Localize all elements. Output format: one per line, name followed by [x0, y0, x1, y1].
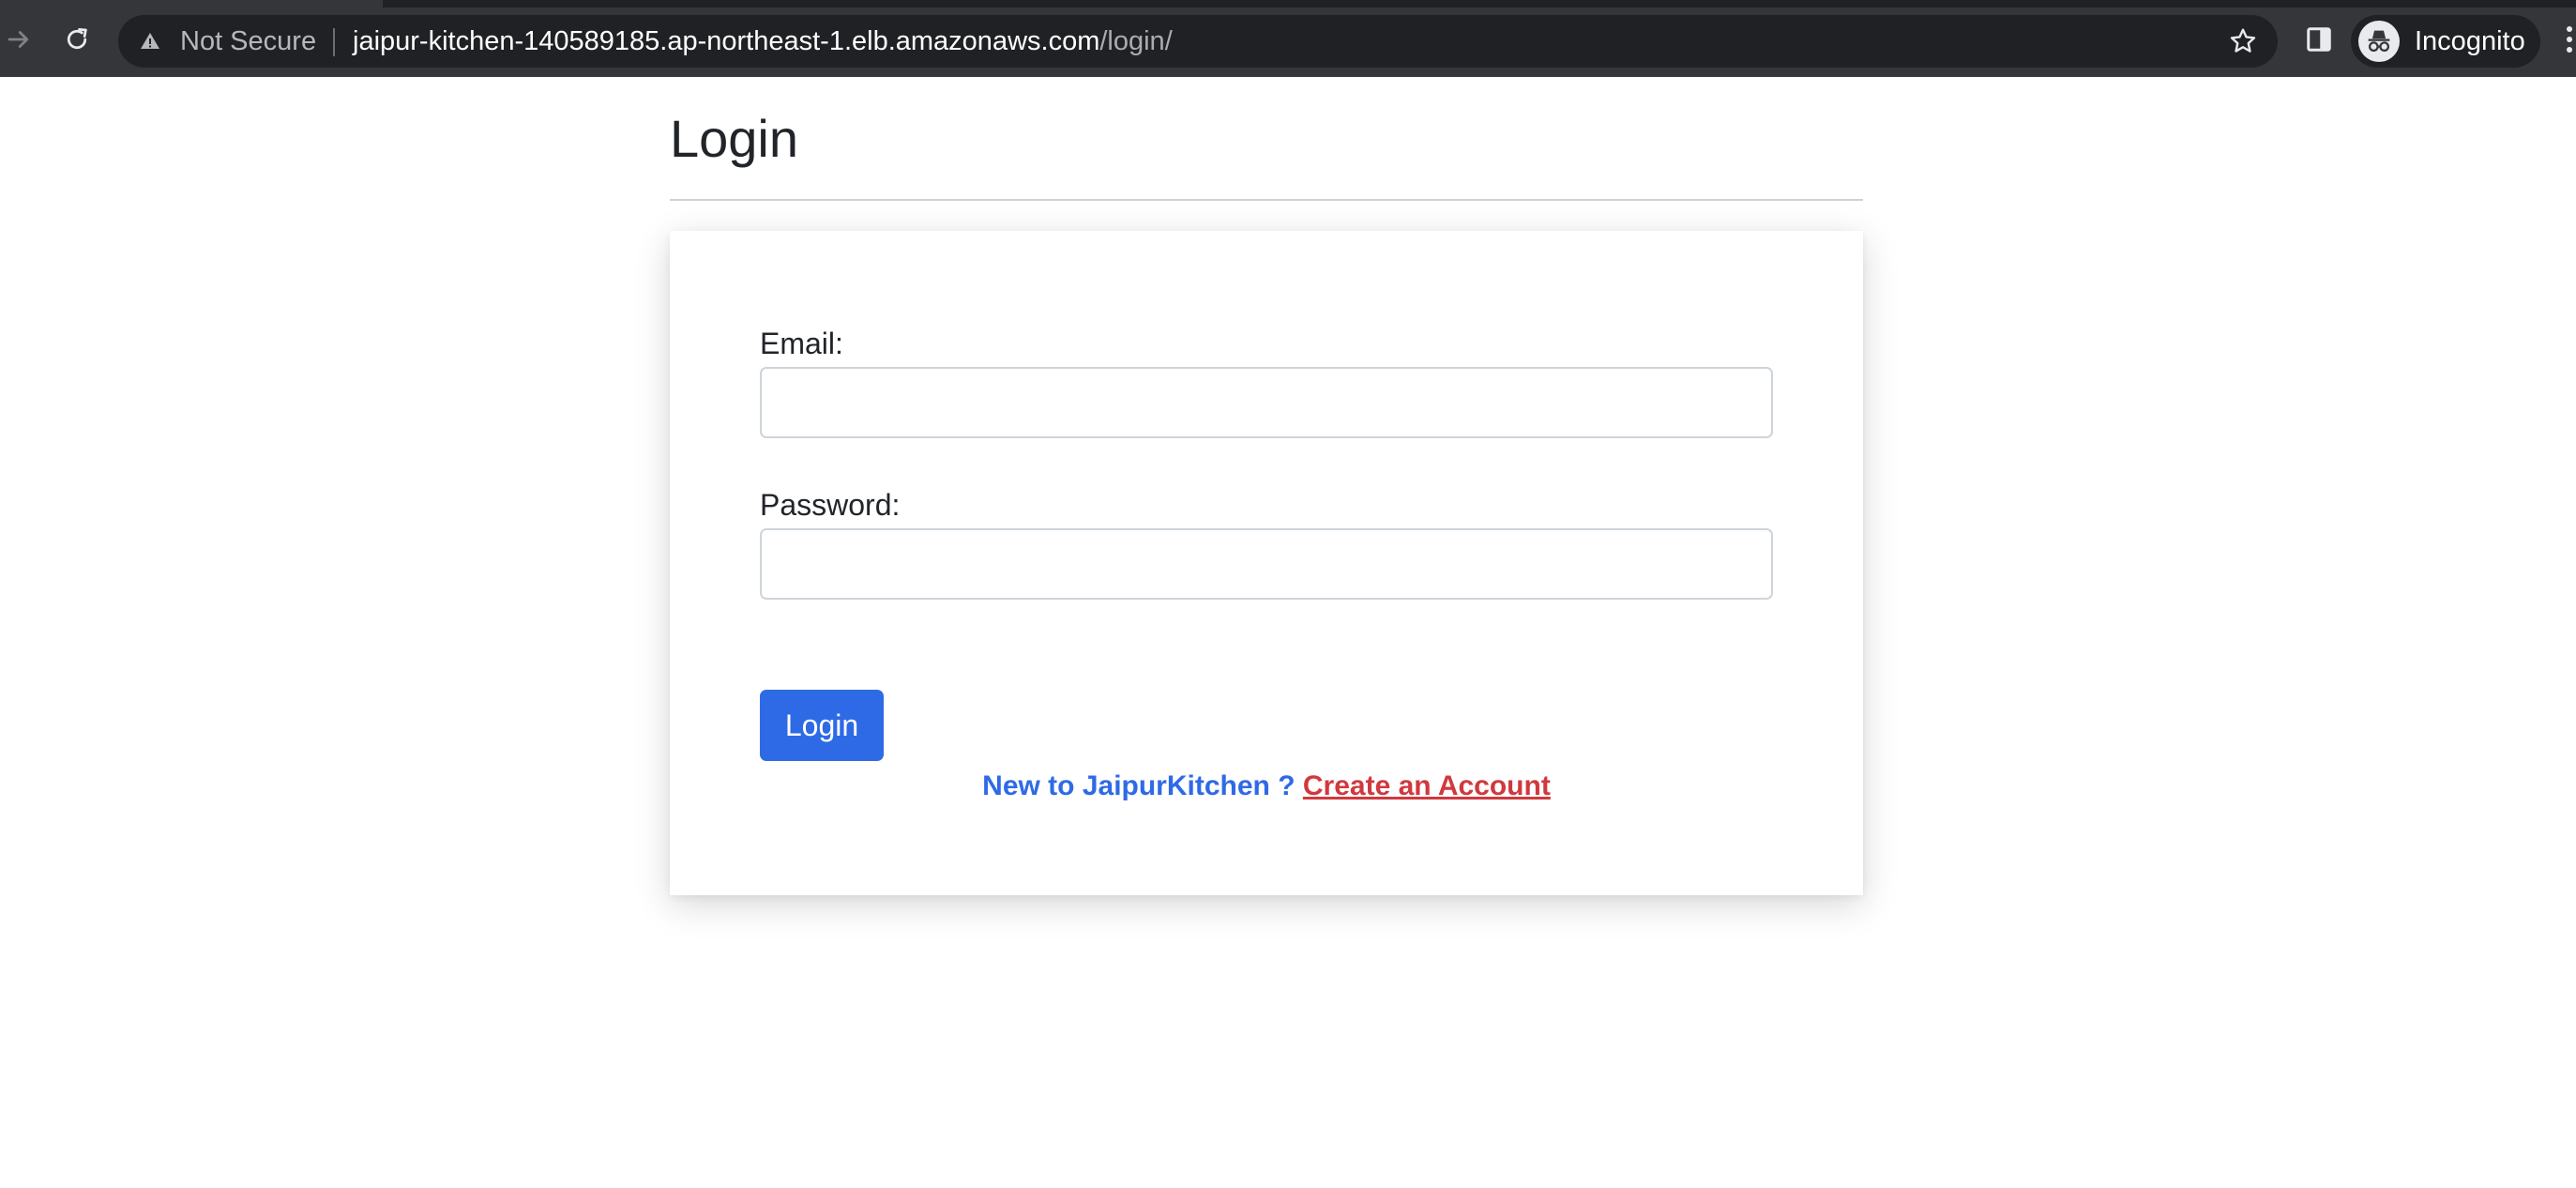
reload-icon: [67, 28, 87, 50]
url-text[interactable]: jaipur-kitchen-140589185.ap-northeast-1.…: [353, 26, 1173, 56]
side-panel-icon: [2307, 27, 2331, 52]
url-path: /login/: [1099, 26, 1173, 56]
incognito-icon: [2368, 30, 2390, 53]
email-field[interactable]: [760, 367, 1773, 438]
star-icon: [2230, 28, 2256, 53]
url-host: jaipur-kitchen-140589185.ap-northeast-1.…: [353, 26, 1100, 56]
side-panel-button[interactable]: [2304, 24, 2334, 54]
email-label: Email:: [760, 327, 843, 360]
password-label: Password:: [760, 488, 901, 522]
login-form-card: Email: Password: Login New to JaipurKitc…: [670, 231, 1863, 895]
url-separator: [333, 28, 335, 56]
security-status-label: Not Secure: [180, 26, 317, 56]
address-bar[interactable]: Not Secure jaipur-kitchen-140589185.ap-n…: [118, 15, 2278, 68]
signup-prompt-text: New to JaipurKitchen ?: [982, 770, 1296, 801]
incognito-avatar: [2358, 21, 2400, 62]
profile-button[interactable]: Incognito: [2351, 15, 2540, 68]
browser-toolbar: Not Secure jaipur-kitchen-140589185.ap-n…: [0, 0, 2576, 77]
signup-prompt-line: New to JaipurKitchen ? Create an Account: [670, 768, 1863, 805]
bookmark-button[interactable]: [2227, 25, 2259, 57]
tab-strip-edge: [383, 0, 2576, 8]
password-field[interactable]: [760, 528, 1773, 600]
login-button[interactable]: Login: [760, 690, 884, 761]
profile-label: Incognito: [2415, 26, 2525, 56]
forward-button[interactable]: [0, 21, 38, 58]
title-divider: [670, 199, 1863, 201]
reload-button[interactable]: [58, 21, 96, 58]
arrow-forward-icon: [8, 31, 29, 48]
warning-triangle-icon: [141, 33, 159, 49]
site-info-button[interactable]: [137, 28, 163, 54]
kebab-menu-icon[interactable]: [2559, 24, 2576, 54]
create-account-link[interactable]: Create an Account: [1303, 770, 1551, 801]
page-title: Login: [670, 109, 799, 168]
